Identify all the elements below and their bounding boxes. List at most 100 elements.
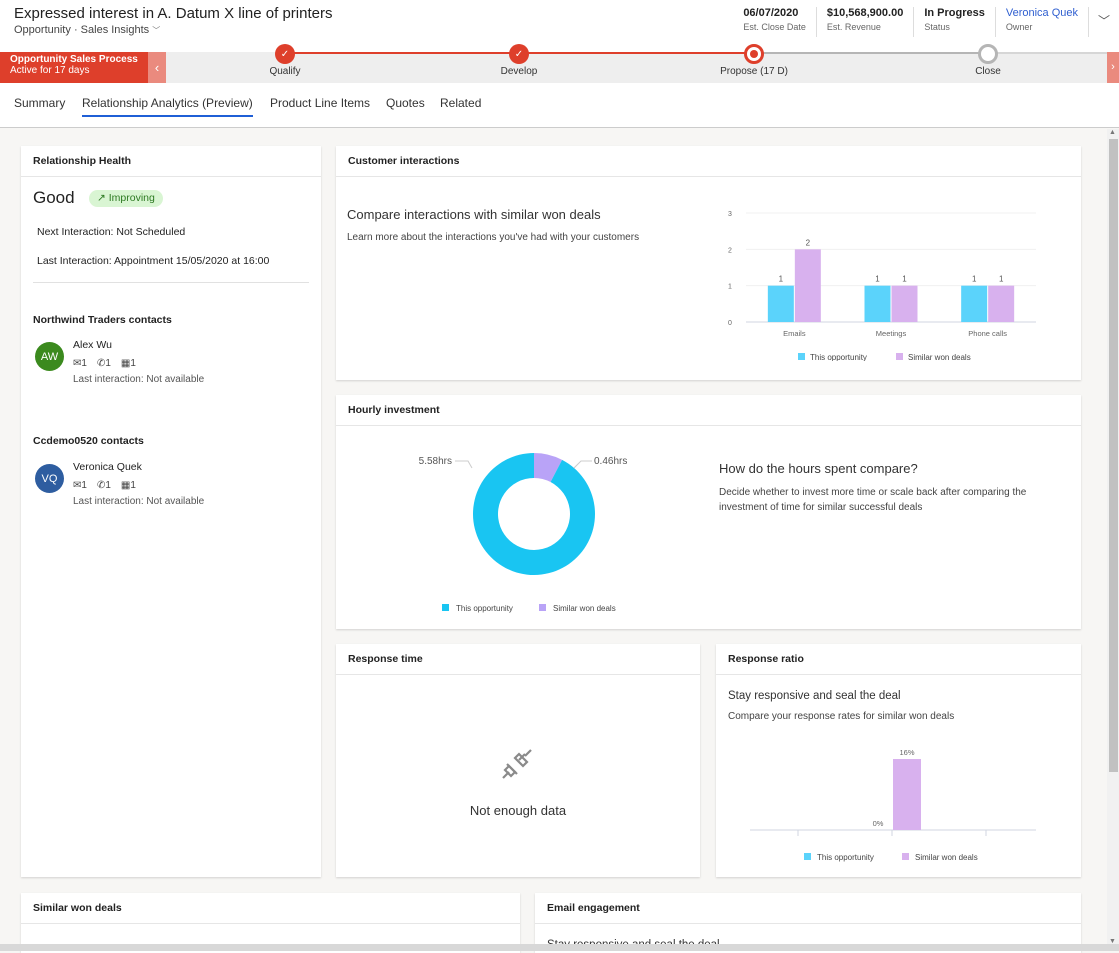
tab-quotes[interactable]: Quotes [386, 96, 425, 115]
x-tick-label: Meetings [876, 329, 907, 338]
contact-group-title: Northwind Traders contacts [33, 314, 172, 326]
response-ratio-bar-chart: 0% 16% This opportunity Similar won deals [750, 748, 1036, 862]
calendar-icon: ▦ [120, 358, 131, 369]
process-duration: Active for 17 days [10, 65, 90, 76]
bar-this-opportunity [767, 285, 794, 322]
process-name-flyout[interactable]: Opportunity Sales Process Active for 17 … [0, 52, 148, 83]
data-label: 16% [899, 748, 914, 757]
contact-stats: ✉1 ✆1 ▦1 [73, 358, 136, 369]
customer-interactions-card: Customer interactions Compare interactio… [336, 146, 1081, 380]
header-field-revenue: $10,568,900.00 Est. Revenue [817, 7, 915, 37]
section-description: Compare your response rates for similar … [728, 711, 955, 722]
form-selector[interactable]: Sales Insights ﹀ [81, 24, 161, 36]
field-value: $10,568,900.00 [826, 7, 904, 19]
bar-similar-won-deals [794, 249, 821, 322]
previous-stage-chevron-icon[interactable]: ‹ [148, 52, 166, 83]
avatar: AW [35, 342, 64, 371]
record-title: Expressed interest in A. Datum X line of… [14, 5, 333, 22]
stage-close[interactable]: Close [918, 44, 1058, 77]
stage-label: Propose (17 D) [720, 66, 788, 77]
avatar: VQ [35, 464, 64, 493]
entity-name: Opportunity [14, 24, 71, 36]
owner-link[interactable]: Veronica Quek [1006, 7, 1078, 19]
bar-similar-won-deals [893, 759, 921, 830]
email-count: ✉1 [73, 480, 87, 491]
field-label: Owner [1005, 22, 1033, 32]
disconnected-plug-icon [502, 749, 532, 779]
field-label: Est. Close Date [743, 22, 806, 32]
next-stage-chevron-icon[interactable]: › [1107, 52, 1119, 83]
data-label: 1 [972, 275, 977, 284]
legend-label: This opportunity [456, 604, 513, 613]
stage-qualify[interactable]: ✓ Qualify [215, 44, 355, 77]
expand-header-chevron-icon[interactable]: ﹀ [1089, 7, 1119, 29]
business-process-flow: Opportunity Sales Process Active for 17 … [0, 44, 1119, 83]
section-heading: How do the hours spent compare? [719, 461, 918, 476]
stage-label: Develop [500, 66, 538, 77]
trending-up-icon: ↗ [97, 192, 106, 204]
call-count: ✆1 [96, 358, 111, 369]
call-count: ✆1 [96, 480, 111, 491]
legend-swatch-similar-won-deals [902, 853, 909, 860]
horizontal-scrollbar[interactable] [0, 944, 1119, 951]
trend-label: Improving [108, 192, 155, 204]
hourly-investment-card: Hourly investment 5.58hrs 0.46hrs This opp… [336, 395, 1081, 629]
process-name: Opportunity Sales Process [10, 54, 138, 65]
stage-develop[interactable]: ✓ Develop [449, 44, 589, 77]
stage-propose[interactable]: Propose (17 D) [684, 44, 824, 77]
meeting-count: ▦1 [120, 480, 136, 491]
tab-related[interactable]: Related [440, 96, 481, 115]
record-subtitle: Opportunity · Sales Insights ﹀ [14, 24, 160, 36]
legend-swatch-this-opportunity [798, 353, 805, 360]
y-tick-label: 0 [728, 320, 732, 327]
bar-this-opportunity [961, 285, 988, 322]
header-field-owner: Veronica Quek Owner [996, 7, 1089, 37]
data-label: 1 [875, 275, 880, 284]
scrollbar-thumb[interactable] [1109, 139, 1118, 772]
data-label: 0.46hrs [594, 456, 627, 467]
header-field-status: In Progress Status [914, 7, 996, 37]
contact-stats: ✉1 ✆1 ▦1 [73, 480, 136, 491]
legend-label: Similar won deals [908, 353, 971, 361]
field-label: Est. Revenue [826, 22, 881, 32]
chevron-down-icon: ﹀ [152, 26, 161, 35]
tab-product-line-items[interactable]: Product Line Items [270, 96, 370, 115]
contact-group-title: Ccdemo0520 contacts [33, 435, 144, 447]
field-value: 06/07/2020 [743, 7, 799, 19]
donut-slice-this-opportunity [472, 453, 595, 575]
legend-label: Similar won deals [553, 604, 616, 613]
card-title: Customer interactions [336, 146, 1081, 177]
field-value: In Progress [924, 7, 985, 19]
legend-label: Similar won deals [915, 853, 978, 862]
tab-relationship-analytics[interactable]: Relationship Analytics (Preview) [82, 96, 253, 117]
card-title: Email engagement [535, 893, 1081, 924]
section-heading: Compare interactions with similar won de… [347, 207, 601, 222]
response-time-card: Response time Not enough data [336, 644, 700, 877]
card-title: Relationship Health [21, 146, 321, 177]
data-label: 5.58hrs [419, 456, 452, 467]
check-icon: ✓ [509, 44, 529, 64]
scroll-up-arrow-icon[interactable]: ▲ [1109, 129, 1116, 136]
record-header: Expressed interest in A. Datum X line of… [0, 0, 1119, 52]
legend-label: This opportunity [810, 353, 867, 361]
next-interaction: Next Interaction: Not Scheduled [37, 226, 186, 238]
data-label: 1 [779, 275, 784, 284]
legend-swatch-this-opportunity [442, 604, 449, 611]
x-tick-label: Emails [783, 329, 806, 338]
card-title: Similar won deals [21, 893, 520, 924]
separator: · [73, 24, 78, 36]
y-tick-label: 3 [728, 211, 732, 218]
calendar-icon: ▦ [120, 480, 131, 491]
tab-summary[interactable]: Summary [14, 96, 65, 115]
contact-last-interaction: Last interaction: Not available [73, 374, 205, 385]
legend-swatch-similar-won-deals [896, 353, 903, 360]
field-label: Status [924, 22, 950, 32]
vertical-scrollbar[interactable]: ▲ ▼ [1107, 129, 1119, 945]
stage-label: Close [975, 66, 1001, 77]
leader-line [455, 460, 473, 469]
header-fields: 06/07/2020 Est. Close Date $10,568,900.00… [733, 7, 1119, 37]
hourly-donut-chart: 5.58hrs 0.46hrs This opportunity Similar wo… [419, 453, 627, 613]
interactions-bar-chart: 0 1 2 3 1 2 Emails 1 1 Meetings 1 1 Phone calls This … [728, 211, 1036, 361]
divider [33, 282, 309, 283]
response-ratio-card: Response ratio Stay responsive and seal … [716, 644, 1081, 877]
